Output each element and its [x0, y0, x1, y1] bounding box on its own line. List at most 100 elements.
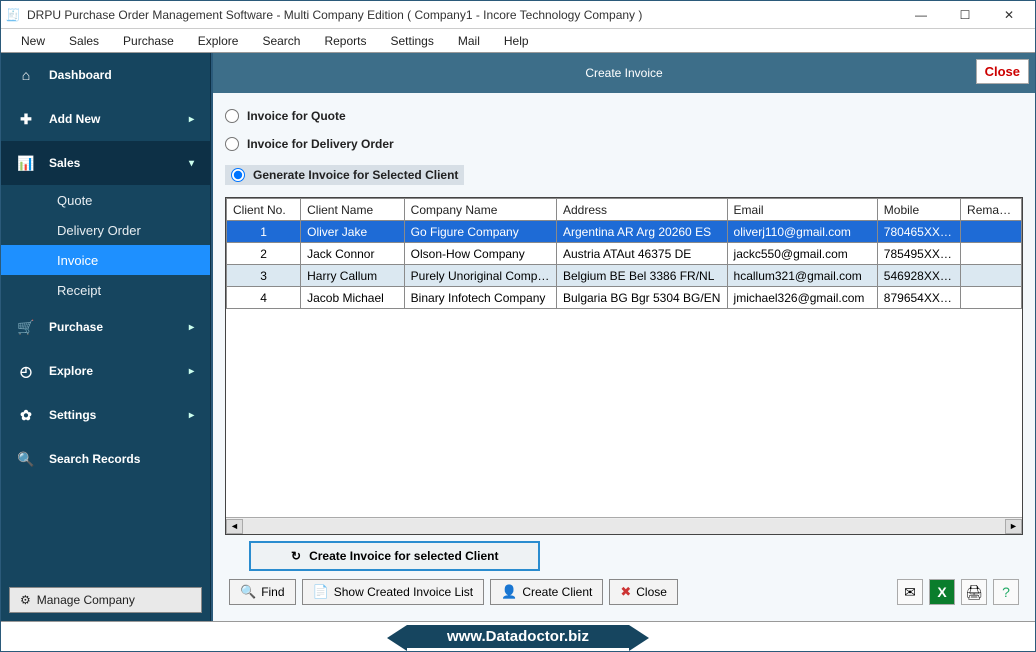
column-header[interactable]: Email	[727, 199, 877, 221]
clients-table: Client No.Client NameCompany NameAddress…	[225, 197, 1023, 535]
window-close-button[interactable]: ✕	[987, 1, 1031, 29]
column-header[interactable]: Client Name	[301, 199, 405, 221]
scroll-left-icon[interactable]: ◄	[226, 519, 243, 534]
find-label: Find	[261, 585, 284, 599]
sidebar: ⌂Dashboard ✚ Add New ▸ 📊 Sales ▾ QuoteDelivery …	[1, 53, 211, 621]
menu-search[interactable]: Search	[250, 31, 312, 51]
help-icon-button[interactable]: ?	[993, 579, 1019, 605]
cell: Jacob Michael	[301, 287, 405, 309]
window-maximize-button[interactable]: ☐	[943, 1, 987, 29]
sidebar-item-label: Add New	[49, 112, 175, 126]
sidebar-item-purchase[interactable]: 🛒Purchase▸	[1, 305, 210, 349]
sidebar-item-explore[interactable]: ◴Explore▸	[1, 349, 210, 393]
chevron-right-icon: ▸	[189, 114, 194, 125]
radio-input-1[interactable]	[225, 137, 239, 151]
cell: Belgium BE Bel 3386 FR/NL	[556, 265, 727, 287]
app-icon: 🧾	[5, 7, 21, 23]
menu-settings[interactable]: Settings	[379, 31, 446, 51]
excel-icon-button[interactable]: X	[929, 579, 955, 605]
show-created-invoice-list-button[interactable]: 📄Show Created Invoice List	[302, 579, 485, 605]
cell: 3	[227, 265, 301, 287]
main-panel: Create Invoice Close Invoice for QuoteIn…	[211, 53, 1035, 621]
print-icon-button[interactable]: 🖨	[961, 579, 987, 605]
window-minimize-button[interactable]: ―	[899, 1, 943, 29]
menu-explore[interactable]: Explore	[186, 31, 251, 51]
sidebar-subitem-delivery-order[interactable]: Delivery Order	[1, 215, 210, 245]
panel-close-button[interactable]: Close	[976, 59, 1029, 84]
sidebar-subitem-receipt[interactable]: Receipt	[1, 275, 210, 305]
window-title: DRPU Purchase Order Management Software …	[27, 8, 899, 22]
sidebar-item-label: Purchase	[49, 320, 175, 334]
chart-icon: 📊	[17, 155, 35, 172]
chevron-right-icon: ▸	[189, 322, 194, 333]
search-icon: 🔍	[240, 584, 256, 600]
radio-0[interactable]: Invoice for Quote	[225, 109, 1023, 123]
sidebar-item-search-records[interactable]: 🔍Search Records	[1, 437, 210, 481]
sidebar-item-add-new[interactable]: ✚ Add New ▸	[1, 97, 210, 141]
cell: Argentina AR Arg 20260 ES	[556, 221, 727, 243]
radio-2[interactable]: Generate Invoice for Selected Client	[225, 165, 464, 185]
radio-1[interactable]: Invoice for Delivery Order	[225, 137, 1023, 151]
sidebar-item-label: Sales	[49, 156, 175, 170]
cell: Purely Unoriginal Company	[404, 265, 556, 287]
table-row[interactable]: 4Jacob MichaelBinary Infotech CompanyBul…	[227, 287, 1022, 309]
plus-icon: ✚	[17, 111, 35, 128]
sidebar-item-dashboard[interactable]: ⌂Dashboard	[1, 53, 210, 97]
sidebar-subitem-quote[interactable]: Quote	[1, 185, 210, 215]
cell	[961, 265, 1022, 287]
menu-new[interactable]: New	[9, 31, 57, 51]
mail-icon-button[interactable]: ✉	[897, 579, 923, 605]
column-header[interactable]: Address	[556, 199, 727, 221]
find-button[interactable]: 🔍 Find	[229, 579, 296, 605]
cell: jmichael326@gmail.com	[727, 287, 877, 309]
table-row[interactable]: 3Harry CallumPurely Unoriginal CompanyBe…	[227, 265, 1022, 287]
scroll-track[interactable]	[243, 519, 1005, 534]
horizontal-scrollbar[interactable]: ◄ ►	[226, 517, 1022, 534]
close-button[interactable]: ✖ Close	[609, 579, 678, 605]
create-invoice-label: Create Invoice for selected Client	[309, 549, 498, 563]
close-icon: ✖	[620, 584, 631, 600]
cell	[961, 243, 1022, 265]
column-header[interactable]: Company Name	[404, 199, 556, 221]
list-icon: 📄	[313, 584, 329, 600]
refresh-icon: ↻	[291, 549, 301, 563]
menu-sales[interactable]: Sales	[57, 31, 111, 51]
column-header[interactable]: Mobile	[877, 199, 960, 221]
close-label: Close	[636, 585, 667, 599]
footer: www.Datadoctor.biz	[1, 621, 1035, 651]
cell	[961, 287, 1022, 309]
menu-purchase[interactable]: Purchase	[111, 31, 186, 51]
table-row[interactable]: 1Oliver JakeGo Figure CompanyArgentina A…	[227, 221, 1022, 243]
menu-mail[interactable]: Mail	[446, 31, 492, 51]
table-row[interactable]: 2Jack ConnorOlson-How CompanyAustria ATA…	[227, 243, 1022, 265]
cell: 4	[227, 287, 301, 309]
create-client-button[interactable]: 👤Create Client	[490, 579, 603, 605]
sidebar-item-settings[interactable]: ✿Settings▸	[1, 393, 210, 437]
cell: 879654XXXX	[877, 287, 960, 309]
menu-help[interactable]: Help	[492, 31, 541, 51]
sidebar-item-label: Explore	[49, 364, 175, 378]
chevron-down-icon: ▾	[189, 158, 194, 169]
cell: Go Figure Company	[404, 221, 556, 243]
manage-company-label: Manage Company	[37, 593, 135, 607]
column-header[interactable]: Remarks	[961, 199, 1022, 221]
compass-icon: ◴	[17, 363, 35, 380]
footer-url: www.Datadoctor.biz	[407, 625, 629, 648]
sidebar-item-sales[interactable]: 📊 Sales ▾	[1, 141, 210, 185]
sidebar-subitem-invoice[interactable]: Invoice	[1, 245, 210, 275]
home-icon: ⌂	[17, 67, 35, 83]
cell: oliverj110@gmail.com	[727, 221, 877, 243]
radio-input-0[interactable]	[225, 109, 239, 123]
radio-label: Generate Invoice for Selected Client	[253, 168, 458, 182]
manage-company-button[interactable]: ⚙ Manage Company	[9, 587, 202, 613]
gear-icon: ✿	[17, 407, 35, 424]
menubar: NewSalesPurchaseExploreSearchReportsSett…	[1, 29, 1035, 53]
cell: Olson-How Company	[404, 243, 556, 265]
radio-input-2[interactable]	[231, 168, 245, 182]
person-icon: 👤	[501, 584, 517, 600]
create-invoice-button[interactable]: ↻ Create Invoice for selected Client	[249, 541, 540, 571]
column-header[interactable]: Client No.	[227, 199, 301, 221]
menu-reports[interactable]: Reports	[312, 31, 378, 51]
cell: hcallum321@gmail.com	[727, 265, 877, 287]
scroll-right-icon[interactable]: ►	[1005, 519, 1022, 534]
